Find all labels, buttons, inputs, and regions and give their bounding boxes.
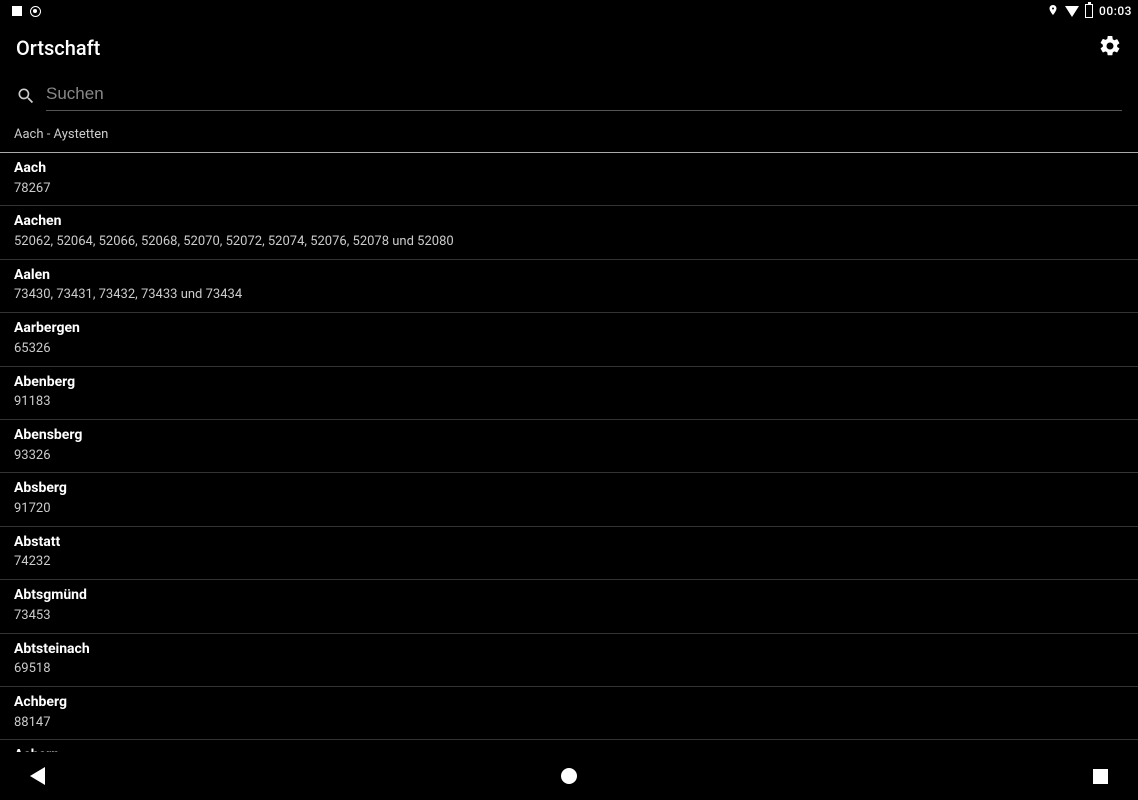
- navigation-bar: [0, 752, 1138, 800]
- list-item[interactable]: Abenberg91183: [0, 367, 1138, 420]
- notification-icon: [12, 6, 22, 16]
- locality-postal-codes: 52062, 52064, 52066, 52068, 52070, 52072…: [14, 232, 1124, 253]
- app-bar: Ortschaft: [0, 22, 1138, 74]
- locality-postal-codes: 73453: [14, 606, 1124, 627]
- locality-postal-codes: 73430, 73431, 73432, 73433 und 73434: [14, 285, 1124, 306]
- search-input[interactable]: [46, 84, 267, 104]
- locality-name: Aarbergen: [14, 319, 1124, 339]
- page-title: Ortschaft: [16, 36, 100, 60]
- settings-button[interactable]: [1098, 34, 1122, 62]
- locality-postal-codes: 74232: [14, 552, 1124, 573]
- notification-icon-2: [30, 6, 41, 17]
- location-icon: [1047, 3, 1059, 20]
- status-right: 00:03: [1047, 3, 1132, 20]
- locality-list[interactable]: Aach78267Aachen52062, 52064, 52066, 5206…: [0, 153, 1138, 752]
- list-item[interactable]: Absberg91720: [0, 473, 1138, 526]
- status-left: [6, 6, 41, 17]
- content-area: Aach - Aystetten Aach78267Aachen52062, 5…: [0, 74, 1138, 752]
- gear-icon: [1098, 34, 1122, 58]
- locality-name: Abstatt: [14, 533, 1124, 553]
- locality-name: Aalen: [14, 266, 1124, 286]
- locality-name: Abenberg: [14, 373, 1124, 393]
- search-icon: [16, 86, 36, 110]
- locality-name: Achberg: [14, 693, 1124, 713]
- locality-name: Abensberg: [14, 426, 1124, 446]
- search-container: [0, 74, 1138, 117]
- list-item[interactable]: Abstatt74232: [0, 527, 1138, 580]
- battery-icon: [1085, 4, 1093, 18]
- locality-name: Abtsgmünd: [14, 586, 1124, 606]
- locality-postal-codes: 93326: [14, 446, 1124, 467]
- list-item[interactable]: Abtsgmünd73453: [0, 580, 1138, 633]
- clock: 00:03: [1099, 4, 1132, 18]
- locality-name: Aach: [14, 159, 1124, 179]
- locality-name: Absberg: [14, 479, 1124, 499]
- list-item[interactable]: Aach78267: [0, 153, 1138, 206]
- section-header: Aach - Aystetten: [0, 117, 1138, 153]
- recent-apps-button[interactable]: [1093, 769, 1108, 784]
- list-item[interactable]: Achberg88147: [0, 687, 1138, 740]
- list-item[interactable]: Aalen73430, 73431, 73432, 73433 und 7343…: [0, 260, 1138, 313]
- wifi-icon: [1065, 6, 1079, 17]
- list-item[interactable]: Abensberg93326: [0, 420, 1138, 473]
- locality-postal-codes: 78267: [14, 179, 1124, 200]
- list-item[interactable]: Abtsteinach69518: [0, 634, 1138, 687]
- locality-postal-codes: 69518: [14, 659, 1124, 680]
- locality-name: Aachen: [14, 212, 1124, 232]
- locality-postal-codes: 91720: [14, 499, 1124, 520]
- locality-postal-codes: 88147: [14, 713, 1124, 734]
- back-button[interactable]: [30, 767, 45, 785]
- locality-postal-codes: 91183: [14, 392, 1124, 413]
- locality-postal-codes: 65326: [14, 339, 1124, 360]
- list-item[interactable]: Achern77855: [0, 740, 1138, 752]
- list-item[interactable]: Aarbergen65326: [0, 313, 1138, 366]
- status-bar: 00:03: [0, 0, 1138, 22]
- home-button[interactable]: [561, 768, 577, 784]
- locality-name: Abtsteinach: [14, 640, 1124, 660]
- list-item[interactable]: Aachen52062, 52064, 52066, 52068, 52070,…: [0, 206, 1138, 259]
